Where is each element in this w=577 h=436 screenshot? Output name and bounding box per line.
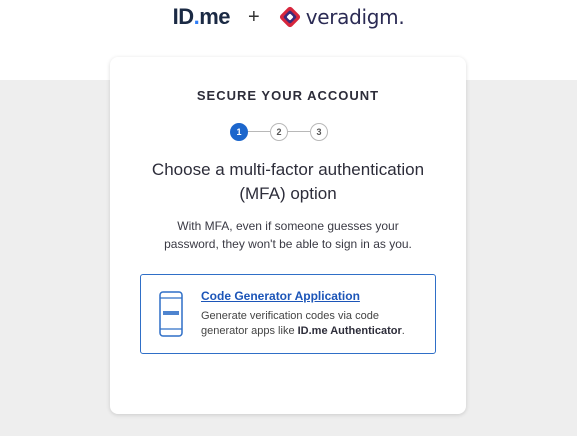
mfa-description: With MFA, even if someone guesses your p… bbox=[164, 219, 412, 251]
step-2: 2 bbox=[270, 123, 288, 141]
smartphone-icon bbox=[159, 291, 183, 337]
stepper-line-2 bbox=[287, 131, 310, 132]
step-1: 1 bbox=[230, 123, 248, 141]
plus-sign: + bbox=[248, 5, 260, 28]
veradigm-mark-icon bbox=[279, 6, 300, 28]
idme-logo: ID.me bbox=[172, 4, 231, 30]
card-title: SECURE YOUR ACCOUNT bbox=[196, 88, 380, 103]
progress-stepper: 1 2 3 bbox=[230, 123, 346, 141]
code-generator-option[interactable]: Code Generator Application Generate veri… bbox=[140, 274, 436, 354]
option-description-suffix: . bbox=[401, 325, 405, 337]
brand-header: ID.me + veradigm. bbox=[0, 0, 577, 34]
veradigm-wordmark: veradigm. bbox=[306, 5, 405, 29]
idme-logo-id: ID bbox=[172, 4, 195, 29]
stepper-line-1 bbox=[247, 131, 270, 132]
mfa-card: SECURE YOUR ACCOUNT 1 2 3 Choose a multi… bbox=[110, 57, 466, 414]
step-3: 3 bbox=[310, 123, 328, 141]
option-description: Generate verification codes via code gen… bbox=[201, 309, 429, 339]
option-description-bold: ID.me Authenticator bbox=[297, 325, 402, 337]
veradigm-logo: veradigm. bbox=[278, 5, 405, 29]
option-title-link[interactable]: Code Generator Application bbox=[201, 289, 360, 303]
veradigm-dot: . bbox=[398, 5, 405, 29]
idme-logo-me: me bbox=[199, 4, 230, 29]
page-heading: Choose a multi-factor authentication (MF… bbox=[151, 160, 425, 203]
veradigm-name-text: veradigm bbox=[305, 5, 399, 29]
